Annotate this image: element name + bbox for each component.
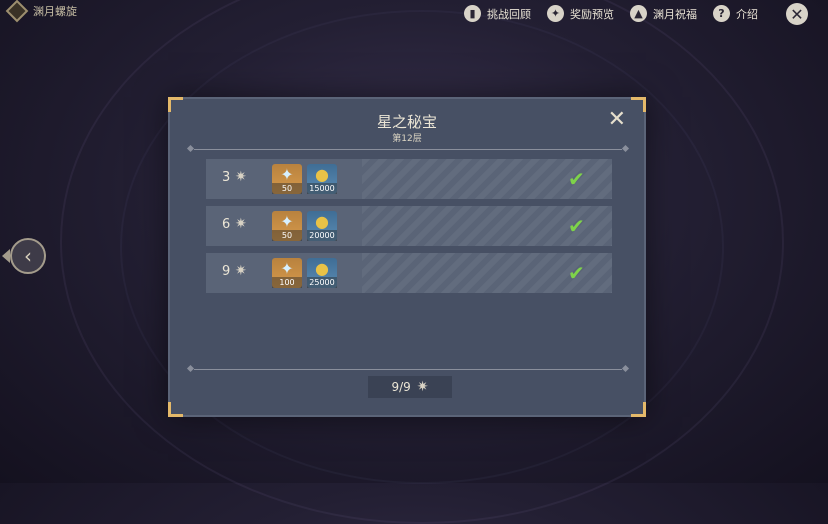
- question-icon: ?: [713, 5, 730, 22]
- primogem-icon: ✦: [280, 212, 294, 231]
- dialog-subtitle: 第12层: [392, 134, 422, 144]
- primogem-icon: ✦: [280, 165, 294, 184]
- nav-label: 介绍: [736, 7, 758, 21]
- nav-intro[interactable]: ? 介绍: [713, 5, 758, 22]
- star-icon: ✷: [235, 216, 247, 232]
- mora-item[interactable]: ● 25000: [307, 258, 337, 288]
- book-icon: ▮: [464, 5, 481, 22]
- star-icon: ✷: [235, 263, 247, 279]
- item-quantity: 50: [272, 183, 302, 194]
- divider: [194, 369, 622, 370]
- top-left: 渊月螺旋: [5, 0, 77, 23]
- reward-row[interactable]: 9 ✷ ✦ 100 ● 25000 ✔: [206, 253, 612, 293]
- mora-icon: ●: [315, 259, 329, 278]
- mora-item[interactable]: ● 15000: [307, 164, 337, 194]
- dialog-title: 星之秘宝: [376, 113, 437, 131]
- nav-label: 挑战回顾: [487, 7, 531, 21]
- nav-challenge-review[interactable]: ▮ 挑战回顾: [464, 5, 531, 22]
- mora-item[interactable]: ● 20000: [307, 211, 337, 241]
- abyss-diamond-icon: [5, 0, 29, 23]
- item-quantity: 100: [272, 277, 302, 288]
- item-quantity: 20000: [307, 230, 337, 241]
- star-count: 3: [222, 170, 231, 185]
- corner-ornament: [168, 402, 183, 417]
- item-quantity: 50: [272, 230, 302, 241]
- top-nav: ▮ 挑战回顾 ✦ 奖励预览 ▲ 渊月祝福 ? 介绍: [464, 5, 758, 22]
- reward-row[interactable]: 3 ✷ ✦ 50 ● 15000 ✔: [206, 159, 612, 199]
- blessing-icon: ▲: [630, 5, 647, 22]
- reward-row[interactable]: 6 ✷ ✦ 50 ● 20000 ✔: [206, 206, 612, 246]
- mora-icon: ●: [315, 212, 329, 231]
- corner-ornament: [631, 402, 646, 417]
- star-icon: ✷: [416, 379, 429, 395]
- progress-text: 9/9: [391, 380, 411, 394]
- page-title: 渊月螺旋: [33, 5, 77, 18]
- close-icon[interactable]: ✕: [786, 3, 808, 25]
- primogem-item[interactable]: ✦ 50: [272, 211, 302, 241]
- star-count: 9: [222, 264, 231, 279]
- nav-label: 渊月祝福: [653, 7, 697, 21]
- primogem-item[interactable]: ✦ 50: [272, 164, 302, 194]
- primogem-icon: ✦: [280, 259, 294, 278]
- nav-label: 奖励预览: [570, 7, 614, 21]
- corner-ornament: [631, 97, 646, 112]
- star-count: 6: [222, 217, 231, 232]
- check-icon: ✔: [568, 261, 585, 285]
- top-bar: 渊月螺旋 ▮ 挑战回顾 ✦ 奖励预览 ▲ 渊月祝福 ? 介绍 ✕: [0, 0, 828, 30]
- dialog-close-icon[interactable]: ✕: [608, 109, 626, 131]
- star-icon: ✷: [235, 169, 247, 185]
- star-progress: 9/9 ✷: [368, 376, 452, 398]
- reward-icon: ✦: [547, 5, 564, 22]
- mora-icon: ●: [315, 165, 329, 184]
- divider: [194, 149, 622, 150]
- corner-ornament: [168, 97, 183, 112]
- check-icon: ✔: [568, 214, 585, 238]
- nav-reward-preview[interactable]: ✦ 奖励预览: [547, 5, 614, 22]
- check-icon: ✔: [568, 167, 585, 191]
- arrow-tip: [2, 249, 10, 263]
- primogem-item[interactable]: ✦ 100: [272, 258, 302, 288]
- back-arrow-button[interactable]: ‹: [10, 238, 46, 274]
- item-quantity: 15000: [307, 183, 337, 194]
- item-quantity: 25000: [307, 277, 337, 288]
- nav-blessing[interactable]: ▲ 渊月祝福: [630, 5, 697, 22]
- star-treasure-dialog: 星之秘宝 第12层 ✕ 3 ✷ ✦ 50 ● 15000 ✔ 6 ✷ ✦ 50 …: [168, 97, 646, 417]
